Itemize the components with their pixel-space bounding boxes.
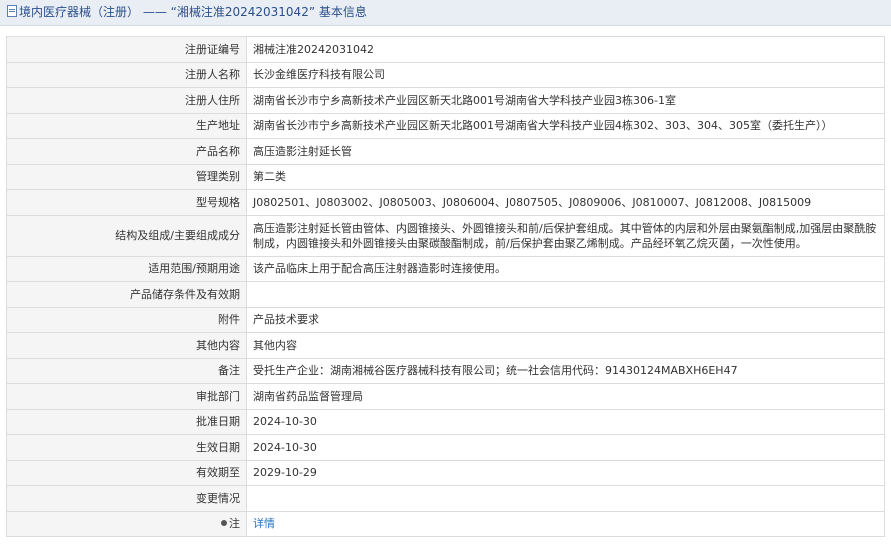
table-row: 注册人名称 长沙金维医疗科技有限公司 xyxy=(6,61,885,88)
label-effective-date: 生效日期 xyxy=(6,434,247,461)
value-model-spec: J0802501、J0803002、J0805003、J0806004、J080… xyxy=(246,189,885,216)
label-note: 注 xyxy=(6,510,247,537)
value-storage-validity xyxy=(246,281,885,308)
table-row: 变更情况 xyxy=(6,485,885,512)
value-registration-number: 湘械注准20242031042 xyxy=(246,36,885,63)
value-product-name: 高压造影注射延长管 xyxy=(246,138,885,165)
value-change-history xyxy=(246,485,885,512)
note-label-text: 注 xyxy=(229,517,240,531)
details-link[interactable]: 详情 xyxy=(253,517,275,530)
value-intended-use: 该产品临床上用于配合高压注射器造影时连接使用。 xyxy=(246,255,885,282)
label-registrant-name: 注册人名称 xyxy=(6,61,247,88)
label-intended-use: 适用范围/预期用途 xyxy=(6,255,247,282)
value-registrant-address: 湖南省长沙市宁乡高新技术产业园区新天北路001号湖南省大学科技产业园3栋306-… xyxy=(246,87,885,114)
page-header: 境内医疗器械（注册） —— “湘械注准20242031042” 基本信息 xyxy=(0,0,891,26)
value-management-class: 第二类 xyxy=(246,163,885,190)
detail-table: 注册证编号 湘械注准20242031042 注册人名称 长沙金维医疗科技有限公司… xyxy=(6,36,885,537)
table-row: 注册证编号 湘械注准20242031042 xyxy=(6,36,885,63)
table-row: 生效日期 2024-10-30 xyxy=(6,434,885,461)
label-change-history: 变更情况 xyxy=(6,485,247,512)
value-structure-composition: 高压造影注射延长管由管体、内圆锥接头、外圆锥接头和前/后保护套组成。其中管体的内… xyxy=(246,214,885,257)
label-product-name: 产品名称 xyxy=(6,138,247,165)
label-production-address: 生产地址 xyxy=(6,112,247,139)
label-management-class: 管理类别 xyxy=(6,163,247,190)
label-approval-date: 批准日期 xyxy=(6,408,247,435)
table-row: 审批部门 湖南省药品监督管理局 xyxy=(6,383,885,410)
value-attachment: 产品技术要求 xyxy=(246,306,885,333)
table-row: 管理类别 第二类 xyxy=(6,163,885,190)
value-remarks: 受托生产企业：湖南湘械谷医疗器械科技有限公司；统一社会信用代码：91430124… xyxy=(246,357,885,384)
label-approval-department: 审批部门 xyxy=(6,383,247,410)
table-row: 产品名称 高压造影注射延长管 xyxy=(6,138,885,165)
table-row: 注 详情 xyxy=(6,510,885,537)
table-row: 批准日期 2024-10-30 xyxy=(6,408,885,435)
value-approval-date: 2024-10-30 xyxy=(246,408,885,435)
table-row: 备注 受托生产企业：湖南湘械谷医疗器械科技有限公司；统一社会信用代码：91430… xyxy=(6,357,885,384)
table-row: 生产地址 湖南省长沙市宁乡高新技术产业园区新天北路001号湖南省大学科技产业园4… xyxy=(6,112,885,139)
table-row: 附件 产品技术要求 xyxy=(6,306,885,333)
label-registration-number: 注册证编号 xyxy=(6,36,247,63)
label-other-content: 其他内容 xyxy=(6,332,247,359)
value-note: 详情 xyxy=(246,510,885,537)
table-row: 注册人住所 湖南省长沙市宁乡高新技术产业园区新天北路001号湖南省大学科技产业园… xyxy=(6,87,885,114)
pin-icon xyxy=(221,520,227,527)
value-effective-date: 2024-10-30 xyxy=(246,434,885,461)
value-production-address: 湖南省长沙市宁乡高新技术产业园区新天北路001号湖南省大学科技产业园4栋302、… xyxy=(246,112,885,139)
page-title: 境内医疗器械（注册） —— “湘械注准20242031042” 基本信息 xyxy=(19,5,367,19)
table-row: 适用范围/预期用途 该产品临床上用于配合高压注射器造影时连接使用。 xyxy=(6,255,885,282)
label-storage-validity: 产品储存条件及有效期 xyxy=(6,281,247,308)
label-structure-composition: 结构及组成/主要组成成分 xyxy=(6,214,247,257)
value-other-content: 其他内容 xyxy=(246,332,885,359)
label-valid-until: 有效期至 xyxy=(6,459,247,486)
document-icon xyxy=(7,5,17,17)
table-row: 结构及组成/主要组成成分 高压造影注射延长管由管体、内圆锥接头、外圆锥接头和前/… xyxy=(6,214,885,257)
label-attachment: 附件 xyxy=(6,306,247,333)
label-remarks: 备注 xyxy=(6,357,247,384)
table-row: 有效期至 2029-10-29 xyxy=(6,459,885,486)
value-registrant-name: 长沙金维医疗科技有限公司 xyxy=(246,61,885,88)
label-model-spec: 型号规格 xyxy=(6,189,247,216)
table-row: 产品储存条件及有效期 xyxy=(6,281,885,308)
detail-panel: 注册证编号 湘械注准20242031042 注册人名称 长沙金维医疗科技有限公司… xyxy=(0,26,891,537)
table-row: 型号规格 J0802501、J0803002、J0805003、J0806004… xyxy=(6,189,885,216)
table-row: 其他内容 其他内容 xyxy=(6,332,885,359)
value-approval-department: 湖南省药品监督管理局 xyxy=(246,383,885,410)
value-valid-until: 2029-10-29 xyxy=(246,459,885,486)
label-registrant-address: 注册人住所 xyxy=(6,87,247,114)
